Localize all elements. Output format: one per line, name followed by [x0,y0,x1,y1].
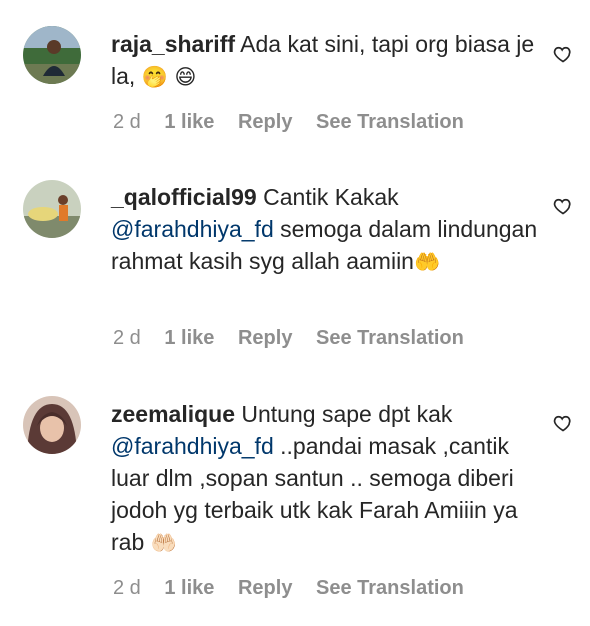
see-translation-button[interactable]: See Translation [316,327,464,349]
see-translation-button[interactable]: See Translation [316,577,464,599]
emoji-icons: 🤲 [413,250,441,274]
comment-meta: 2 d 1 like Reply See Translation [113,576,482,600]
like-heart-icon[interactable] [553,44,573,64]
comment-text: raja_shariff Ada kat sini, tapi org bias… [111,28,541,93]
reply-button[interactable]: Reply [238,327,292,349]
comment-body: Untung sape dpt kak [241,401,453,427]
comment-username[interactable]: raja_shariff [111,31,235,57]
comment-time: 2 d [113,577,141,599]
comment-text: zeemalique Untung sape dpt kak @farahdhi… [111,398,541,559]
emoji-icons: 🤭 😄 [141,65,197,89]
comment-time: 2 d [113,111,141,133]
mention-link[interactable]: @farahdhiya_fd [111,433,274,459]
avatar[interactable] [23,180,81,238]
reply-button[interactable]: Reply [238,577,292,599]
comment-meta: 2 d 1 like Reply See Translation [113,110,482,134]
avatar[interactable] [23,26,81,84]
comment-meta: 2 d 1 like Reply See Translation [113,326,482,350]
mention-link[interactable]: @farahdhiya_fd [111,216,274,242]
like-heart-icon[interactable] [553,196,573,216]
like-heart-icon[interactable] [553,413,573,433]
comment-text: _qalofficial99 Cantik Kakak @farahdhiya_… [111,181,541,278]
likes-count[interactable]: 1 like [164,577,214,599]
likes-count[interactable]: 1 like [164,111,214,133]
comment-username[interactable]: zeemalique [111,401,235,427]
comment-body: Cantik Kakak [263,184,399,210]
comment-time: 2 d [113,327,141,349]
avatar[interactable] [23,396,81,454]
comment-username[interactable]: _qalofficial99 [111,184,257,210]
reply-button[interactable]: Reply [238,111,292,133]
see-translation-button[interactable]: See Translation [316,111,464,133]
likes-count[interactable]: 1 like [164,327,214,349]
emoji-icons: 🤲🏻 [150,531,177,555]
